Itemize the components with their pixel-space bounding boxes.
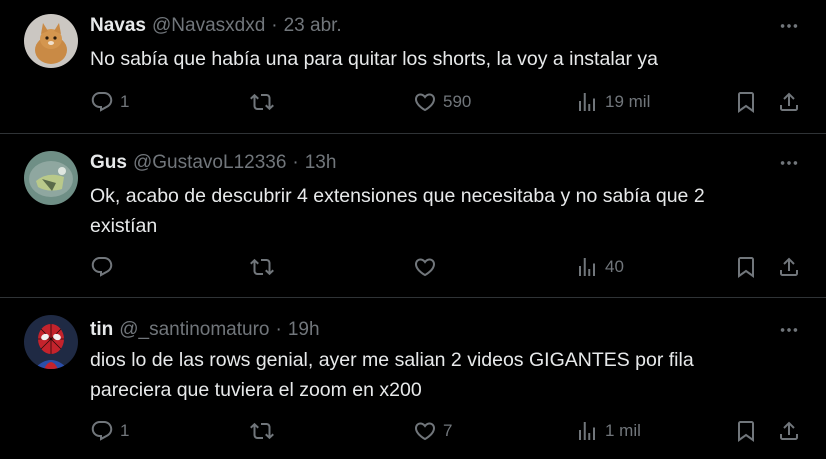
share-button[interactable]	[777, 418, 801, 444]
bookmark-icon	[734, 419, 758, 443]
like-icon	[413, 419, 437, 443]
like-count: 590	[443, 92, 472, 111]
avatar[interactable]	[24, 151, 78, 205]
views-icon	[575, 90, 599, 114]
like-button[interactable]: 590	[413, 89, 471, 115]
retweet-button[interactable]	[250, 254, 280, 280]
reply-count: 1	[120, 421, 130, 440]
more-icon	[778, 15, 800, 37]
views-count: 40	[605, 257, 624, 276]
retweet-icon	[250, 255, 274, 279]
author-name[interactable]: Navas	[90, 15, 146, 37]
share-icon	[777, 255, 801, 279]
more-icon	[778, 152, 800, 174]
views-button[interactable]: 19 mil	[575, 89, 650, 115]
like-button[interactable]: 7	[413, 418, 452, 444]
bookmark-icon	[734, 255, 758, 279]
author-handle[interactable]: @GustavoL12336	[133, 152, 286, 174]
like-icon	[413, 255, 437, 279]
author-name[interactable]: tin	[90, 319, 113, 341]
bookmark-button[interactable]	[734, 254, 758, 280]
retweet-button[interactable]	[250, 418, 280, 444]
like-icon	[413, 90, 437, 114]
views-count: 1 mil	[605, 421, 641, 440]
author-handle[interactable]: @Navasxdxd	[152, 15, 265, 37]
retweet-button[interactable]	[250, 89, 280, 115]
views-icon	[575, 255, 599, 279]
share-button[interactable]	[777, 89, 801, 115]
bookmark-button[interactable]	[734, 89, 758, 115]
timestamp[interactable]: 13h	[305, 152, 337, 174]
reply-count: 1	[120, 92, 130, 111]
views-button[interactable]: 40	[575, 254, 624, 280]
more-button[interactable]	[774, 318, 804, 342]
share-button[interactable]	[777, 254, 801, 280]
avatar[interactable]	[24, 315, 78, 369]
tweet[interactable]: Gus @GustavoL12336 · 13h Ok, acabo de de…	[0, 134, 826, 298]
tweet-text: dios lo de las rows genial, ayer me sali…	[90, 349, 694, 401]
views-icon	[575, 419, 599, 443]
reply-button[interactable]	[90, 254, 120, 280]
action-bar: 1 590 19 mil	[0, 89, 826, 115]
bookmark-button[interactable]	[734, 418, 758, 444]
reply-button[interactable]: 1	[90, 418, 129, 444]
timestamp[interactable]: 23 abr.	[284, 15, 342, 37]
tweet-text: No sabía que había una para quitar los s…	[90, 48, 659, 70]
reply-icon	[90, 90, 114, 114]
share-icon	[777, 90, 801, 114]
retweet-icon	[250, 90, 274, 114]
action-bar: 1 7 1 mil	[0, 418, 826, 444]
tweet-header: tin @_santinomaturo · 19h	[90, 318, 320, 342]
share-icon	[777, 419, 801, 443]
author-name[interactable]: Gus	[90, 152, 127, 174]
separator-dot: ·	[271, 15, 278, 36]
replies-feed: Navas @Navasxdxd · 23 abr. No sabía que …	[0, 0, 826, 459]
tweet-header: Gus @GustavoL12336 · 13h	[90, 151, 336, 175]
separator-dot: ·	[292, 152, 299, 173]
reply-button[interactable]: 1	[90, 89, 129, 115]
tweet-text: Ok, acabo de descubrir 4 extensiones que…	[90, 185, 705, 237]
author-handle[interactable]: @_santinomaturo	[119, 319, 269, 341]
like-button[interactable]	[413, 254, 443, 280]
more-icon	[778, 319, 800, 341]
bookmark-icon	[734, 90, 758, 114]
views-button[interactable]: 1 mil	[575, 418, 641, 444]
separator-dot: ·	[275, 319, 282, 340]
more-button[interactable]	[774, 14, 804, 38]
reply-icon	[90, 419, 114, 443]
reply-icon	[90, 255, 114, 279]
tweet-header: Navas @Navasxdxd · 23 abr.	[90, 14, 342, 38]
timestamp[interactable]: 19h	[288, 319, 320, 341]
avatar[interactable]	[24, 14, 78, 68]
retweet-icon	[250, 419, 274, 443]
tweet[interactable]: tin @_santinomaturo · 19h dios lo de las…	[0, 298, 826, 459]
tweet[interactable]: Navas @Navasxdxd · 23 abr. No sabía que …	[0, 0, 826, 134]
more-button[interactable]	[774, 151, 804, 175]
like-count: 7	[443, 421, 453, 440]
views-count: 19 mil	[605, 92, 651, 111]
action-bar: 40	[0, 254, 826, 280]
